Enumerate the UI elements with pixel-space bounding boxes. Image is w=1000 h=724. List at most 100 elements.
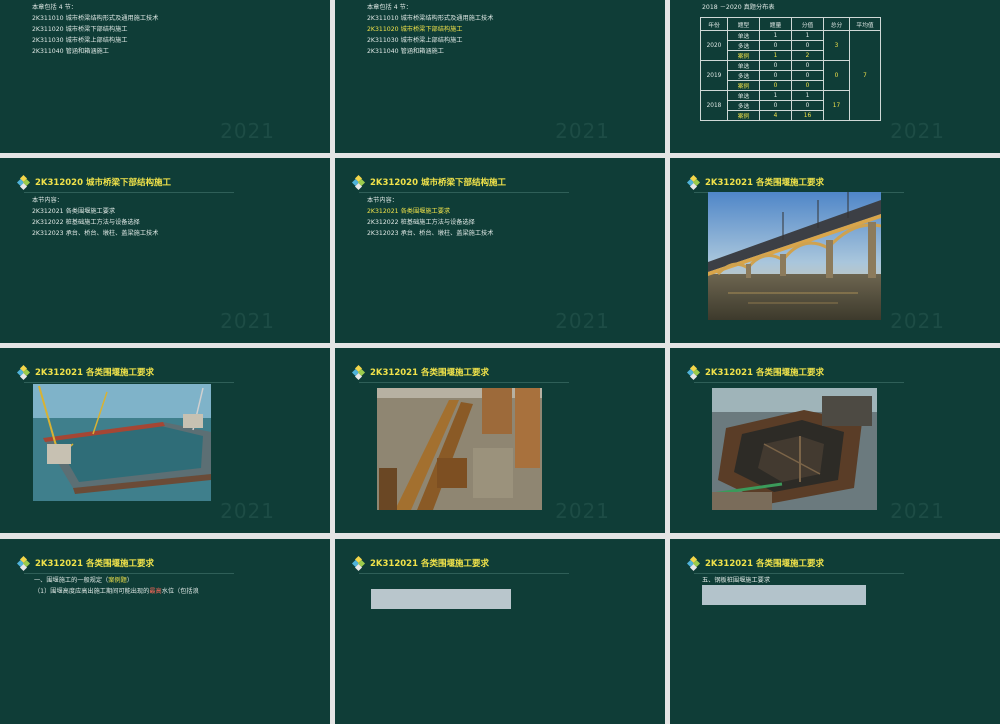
slide-thumb-5[interactable]: 2K312020 城市桥梁下部结构施工 本节内容： 2K312021 各类围堰施… (335, 158, 665, 343)
slide-thumb-10[interactable]: 2K312021 各类围堰施工要求 一、围堰施工的一般规定（案例题） （1）围堰… (0, 539, 330, 724)
table-cell: 0 (791, 100, 824, 111)
table-cell: 1 (759, 50, 792, 61)
slide-thumb-11[interactable]: 2K312021 各类围堰施工要求 (335, 539, 665, 724)
slide-title: 2K312021 各类围堰施工要求 (16, 364, 154, 381)
watermark: 2021 (890, 499, 945, 523)
list-item: 2K311030 城市桥梁上部结构施工 (367, 37, 463, 44)
watermark: 2021 (890, 119, 945, 143)
table-cell: 1 (759, 90, 792, 101)
slide-thumb-7[interactable]: 2K312021 各类围堰施工要求 2021 (0, 348, 330, 533)
year-cell: 2019 (700, 60, 728, 91)
slide-title-text: 2K312021 各类围堰施工要求 (705, 178, 824, 188)
slide-title: 2K312021 各类围堰施工要求 (686, 174, 824, 191)
table-header: 总分 (823, 17, 850, 31)
table-header: 题量 (759, 17, 792, 31)
table-cell: 4 (759, 110, 792, 121)
slide-title-text: 2K312020 城市桥梁下部结构施工 (370, 178, 506, 188)
slide-thumb-4[interactable]: 2K312020 城市桥梁下部结构施工 本节内容： 2K312021 各类围堰施… (0, 158, 330, 343)
slide-thumb-3[interactable]: 2018 －2020 真题分布表 年份 题型 题量 分值 总分 平均值 2020… (670, 0, 1000, 153)
table-header: 年份 (700, 17, 728, 31)
table-header: 分值 (791, 17, 824, 31)
chapter-intro: 本章包括 4 节： (32, 4, 77, 11)
list-item-highlighted: 2K312021 各类围堰施工要求 (367, 208, 451, 215)
list-item: 2K312021 各类围堰施工要求 (32, 208, 116, 215)
slide-title-text: 2K312021 各类围堰施工要求 (705, 368, 824, 378)
table-cell: 0 (791, 80, 824, 91)
steel-cofferdam-photo (712, 388, 877, 510)
diamond-logo-icon (686, 555, 701, 572)
slide-thumb-12[interactable]: 2K312021 各类围堰施工要求 五、钢板桩围堰施工要求 (670, 539, 1000, 724)
table-cell: 0 (791, 40, 824, 51)
diamond-logo-icon (16, 364, 31, 381)
watermark: 2021 (890, 309, 945, 333)
slide-title: 2K312021 各类围堰施工要求 (351, 364, 489, 381)
slide-thumb-9[interactable]: 2K312021 各类围堰施工要求 2021 (670, 348, 1000, 533)
table-cell: 0 (791, 70, 824, 81)
list-item: 2K311040 管涵和箱涵施工 (32, 48, 109, 55)
slide-title-text: 2K312021 各类围堰施工要求 (705, 559, 824, 569)
table-header: 题型 (727, 17, 760, 31)
title-divider (359, 573, 569, 574)
slide-thumb-1[interactable]: 本章包括 4 节： 2K311010 城市桥梁结构形式及通用施工技术 2K311… (0, 0, 330, 153)
slide-title-text: 2K312020 城市桥梁下部结构施工 (35, 178, 171, 188)
table-cell: 案例 (727, 110, 760, 121)
table-cell: 0 (759, 100, 792, 111)
table-header: 平均值 (849, 17, 881, 31)
table-cell: 2 (791, 50, 824, 61)
table-cell: 1 (759, 30, 792, 41)
cofferdam-photo (33, 384, 211, 501)
slide-title: 2K312020 城市桥梁下部结构施工 (16, 174, 171, 191)
site-photo (702, 585, 866, 605)
table-cell: 0 (759, 60, 792, 71)
table-cell: 1 (791, 90, 824, 101)
table-cell: 案例 (727, 80, 760, 91)
watermark: 2021 (220, 499, 275, 523)
slide-title-text: 2K312021 各类围堰施工要求 (370, 559, 489, 569)
section-intro: 本节内容： (32, 197, 63, 204)
total-cell: 0 (823, 60, 850, 91)
sheet-pile-photo (377, 388, 542, 510)
site-photo (371, 589, 511, 609)
text-fragment: 水位（包括浪 (161, 588, 199, 595)
slide-thumb-2[interactable]: 本章包括 4 节： 2K311010 城市桥梁结构形式及通用施工技术 2K311… (335, 0, 665, 153)
rule-item: （1）围堰高度应高出施工期间可能出现的最高水位（包括浪 (34, 586, 199, 597)
table-cell: 多选 (727, 100, 760, 111)
year-cell: 2018 (700, 90, 728, 121)
watermark: 2021 (220, 119, 275, 143)
table-caption: 2018 －2020 真题分布表 (702, 4, 775, 11)
chapter-intro: 本章包括 4 节： (367, 4, 412, 11)
rule-heading: 一、围堰施工的一般规定（案例题） (34, 575, 133, 586)
slide-title: 2K312021 各类围堰施工要求 (686, 364, 824, 381)
list-item: 2K312022 桩基础施工方法与设备选择 (32, 219, 140, 226)
diamond-logo-icon (351, 555, 366, 572)
text-fragment: ） (126, 577, 133, 584)
list-item-highlighted: 2K311020 城市桥梁下部结构施工 (367, 26, 463, 33)
diamond-logo-icon (16, 555, 31, 572)
emphasis-text: 最高 (149, 588, 162, 595)
slide-title: 2K312021 各类围堰施工要求 (16, 555, 154, 572)
watermark: 2021 (555, 499, 610, 523)
title-divider (359, 382, 569, 383)
table-cell: 16 (791, 110, 824, 121)
slide-title: 2K312021 各类围堰施工要求 (351, 555, 489, 572)
year-cell: 2020 (700, 30, 728, 61)
table-cell: 0 (759, 80, 792, 91)
case-tag: 案例题 (108, 577, 127, 584)
slide-thumb-6[interactable]: 2K312021 各类围堰施工要求 2021 (670, 158, 1000, 343)
title-divider (359, 192, 569, 193)
table-cell: 单选 (727, 60, 760, 71)
diamond-logo-icon (686, 174, 701, 191)
diamond-logo-icon (351, 174, 366, 191)
slide-title-text: 2K312021 各类围堰施工要求 (35, 368, 154, 378)
title-divider (24, 192, 234, 193)
title-divider (24, 382, 234, 383)
list-item: 2K311040 管涵和箱涵施工 (367, 48, 444, 55)
slide-thumb-8[interactable]: 2K312021 各类围堰施工要求 2021 (335, 348, 665, 533)
list-item: 2K311030 城市桥梁上部结构施工 (32, 37, 128, 44)
table-cell: 多选 (727, 40, 760, 51)
title-divider (24, 573, 234, 574)
section-intro: 本节内容： (367, 197, 398, 204)
text-fragment: （1）围堰高度应高出施工期间可能出现的 (34, 588, 150, 595)
watermark: 2021 (555, 309, 610, 333)
slide-title: 2K312021 各类围堰施工要求 (686, 555, 824, 572)
